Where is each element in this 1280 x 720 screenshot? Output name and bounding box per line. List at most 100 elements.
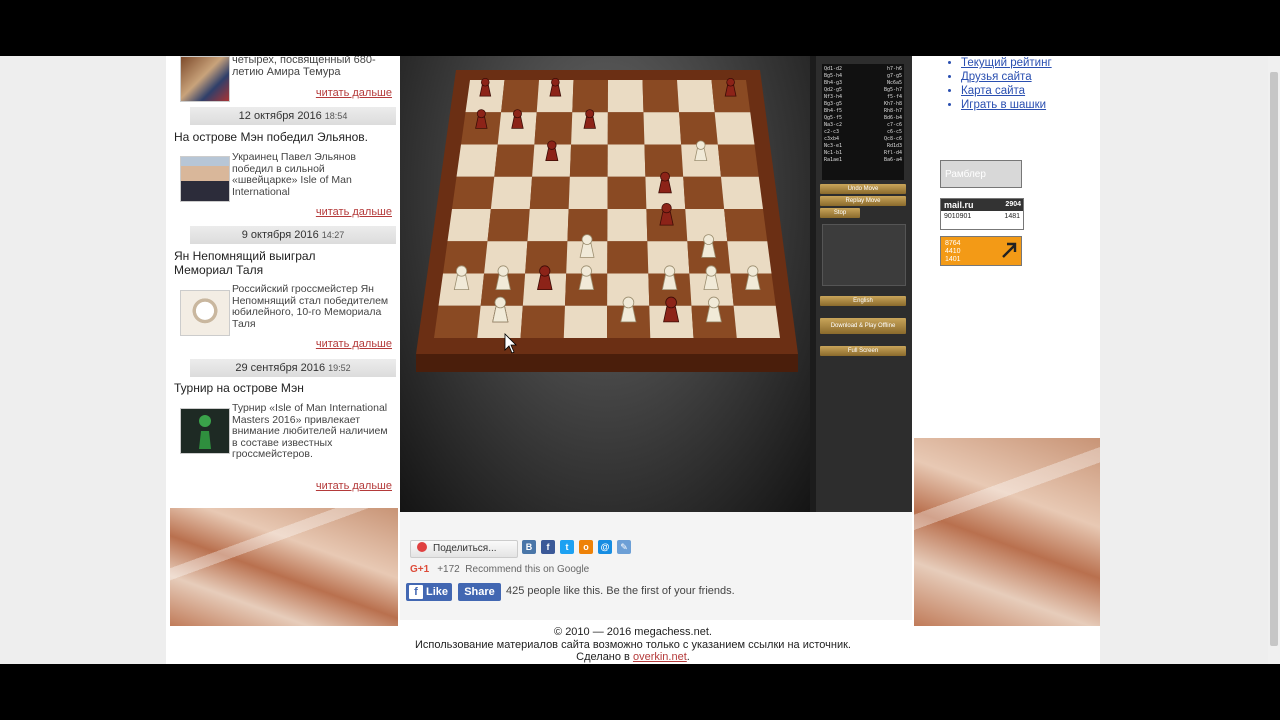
- board-square[interactable]: [607, 241, 649, 274]
- move-row[interactable]: Qg5-f5 Bd6-b4: [824, 115, 902, 122]
- board-square[interactable]: [679, 112, 718, 145]
- mailru-icon[interactable]: @: [598, 540, 612, 554]
- news-thumb-elyanov[interactable]: [180, 156, 230, 202]
- board-square[interactable]: [520, 305, 565, 338]
- full-screen-button[interactable]: Full Screen: [820, 346, 906, 356]
- black-piece[interactable]: [479, 77, 492, 97]
- mailru-counter[interactable]: mail.ru 2904 9010901 1481: [940, 198, 1024, 230]
- livejournal-icon[interactable]: ✎: [617, 540, 631, 554]
- board-square[interactable]: [683, 176, 725, 209]
- twitter-icon[interactable]: t: [560, 540, 574, 554]
- black-piece[interactable]: [724, 77, 737, 97]
- board-square[interactable]: [607, 112, 645, 145]
- board-square[interactable]: [529, 176, 570, 209]
- white-piece[interactable]: [620, 296, 637, 323]
- board-square[interactable]: [490, 176, 533, 209]
- move-row[interactable]: Nc1-b1 Rfl-d4: [824, 150, 902, 157]
- black-piece[interactable]: [658, 171, 672, 194]
- board-square[interactable]: [569, 144, 608, 177]
- board-square[interactable]: [456, 144, 498, 177]
- board-square[interactable]: [607, 80, 644, 113]
- board-square[interactable]: [447, 209, 491, 242]
- move-row[interactable]: Bh4-g3 Nc6a5: [824, 80, 902, 87]
- read-more-link[interactable]: читать дальше: [316, 87, 392, 99]
- news-title[interactable]: На острове Мэн победил Эльянов.: [174, 130, 368, 144]
- board-square[interactable]: [452, 176, 495, 209]
- game-settings-box[interactable]: [822, 224, 906, 286]
- board-square[interactable]: [572, 80, 608, 113]
- news-thumb-isle-of-man[interactable]: [180, 408, 230, 454]
- white-piece[interactable]: [705, 296, 722, 323]
- black-piece[interactable]: [659, 202, 674, 226]
- move-row[interactable]: Bh4-f5 Rh8-h7: [824, 108, 902, 115]
- white-piece[interactable]: [492, 296, 509, 323]
- replay-move-button[interactable]: Replay Move: [820, 196, 906, 206]
- board-square[interactable]: [568, 176, 608, 209]
- board-square[interactable]: [501, 80, 539, 113]
- move-row[interactable]: Qd2-g5 Bg5-h7: [824, 87, 902, 94]
- move-row[interactable]: Nc3-e1 Rd1d3: [824, 143, 902, 150]
- board-square[interactable]: [677, 80, 715, 113]
- sidebar-link-rating[interactable]: Текущий рейтинг: [961, 56, 1052, 70]
- page-scrollbar[interactable]: [1268, 56, 1280, 664]
- liveinternet-counter[interactable]: 8764 4410 1401: [940, 236, 1022, 266]
- board-square[interactable]: [527, 209, 569, 242]
- white-piece[interactable]: [701, 234, 717, 258]
- board-square[interactable]: [607, 144, 646, 177]
- board-square[interactable]: [720, 176, 763, 209]
- white-piece[interactable]: [694, 140, 708, 162]
- read-more-link[interactable]: читать дальше: [316, 206, 392, 218]
- board-area[interactable]: [400, 56, 810, 512]
- board-square[interactable]: [563, 305, 608, 338]
- board-square[interactable]: [724, 209, 768, 242]
- board-square[interactable]: [714, 112, 755, 145]
- news-title[interactable]: Ян Непомнящий выиграл Мемориал Таля: [174, 249, 344, 277]
- news-thumb-temur[interactable]: [180, 56, 230, 102]
- board-square[interactable]: [434, 305, 481, 338]
- facebook-icon[interactable]: f: [541, 540, 555, 554]
- black-piece[interactable]: [545, 140, 559, 162]
- white-piece[interactable]: [578, 265, 595, 291]
- white-piece[interactable]: [703, 265, 719, 291]
- news-thumb-tal[interactable]: [180, 290, 230, 336]
- google-plus-recommend[interactable]: G+1 +172 Recommend this on Google: [410, 564, 589, 575]
- sidebar-link-sitemap[interactable]: Карта сайта: [961, 84, 1052, 98]
- move-row[interactable]: c2-c3 c6-c5: [824, 129, 902, 136]
- facebook-share-button[interactable]: Share: [458, 583, 501, 601]
- board-square[interactable]: [642, 80, 680, 113]
- board-square[interactable]: [643, 112, 682, 145]
- board-square[interactable]: [607, 176, 647, 209]
- move-row[interactable]: Qd1-d2 h7-h6: [824, 66, 902, 73]
- move-row[interactable]: Na3-c2 c7-c6: [824, 122, 902, 129]
- board-square[interactable]: [534, 112, 573, 145]
- board-square[interactable]: [607, 209, 648, 242]
- footer-made-by-link[interactable]: overkin.net: [633, 651, 687, 663]
- move-row[interactable]: Nf3-h4 f5-f4: [824, 94, 902, 101]
- move-row[interactable]: Bg3-g5 Kh7-h8: [824, 101, 902, 108]
- move-list[interactable]: Qd1-d2 h7-h6 Bg5-h4 g7-g5 Bh4-g3 Nc6a5 Qd2-g5 B…: [822, 64, 904, 180]
- read-more-link[interactable]: читать дальше: [316, 480, 392, 492]
- language-select[interactable]: English: [820, 296, 906, 306]
- odnoklassniki-icon[interactable]: o: [579, 540, 593, 554]
- facebook-like-button[interactable]: f Like: [406, 583, 452, 601]
- news-title[interactable]: Турнир на острове Мэн: [174, 381, 304, 395]
- move-row[interactable]: Bg5-h4 g7-g5: [824, 73, 902, 80]
- read-more-link[interactable]: читать дальше: [316, 338, 392, 350]
- chess-board[interactable]: [400, 56, 810, 512]
- black-piece[interactable]: [583, 109, 596, 129]
- white-piece[interactable]: [745, 265, 761, 291]
- board-square[interactable]: [733, 305, 780, 338]
- black-piece[interactable]: [475, 109, 488, 129]
- black-piece[interactable]: [511, 109, 524, 129]
- black-piece[interactable]: [537, 265, 553, 291]
- vk-icon[interactable]: B: [522, 540, 536, 554]
- rambler-counter[interactable]: Рамблер: [940, 160, 1022, 188]
- share-button[interactable]: Поделиться...: [410, 540, 518, 558]
- white-piece[interactable]: [579, 234, 595, 258]
- download-offline-button[interactable]: Download & Play Offline: [820, 318, 906, 334]
- board-square[interactable]: [487, 209, 530, 242]
- white-piece[interactable]: [495, 265, 511, 291]
- board-square[interactable]: [494, 144, 535, 177]
- stop-button[interactable]: Stop: [820, 208, 860, 218]
- board-square[interactable]: [717, 144, 759, 177]
